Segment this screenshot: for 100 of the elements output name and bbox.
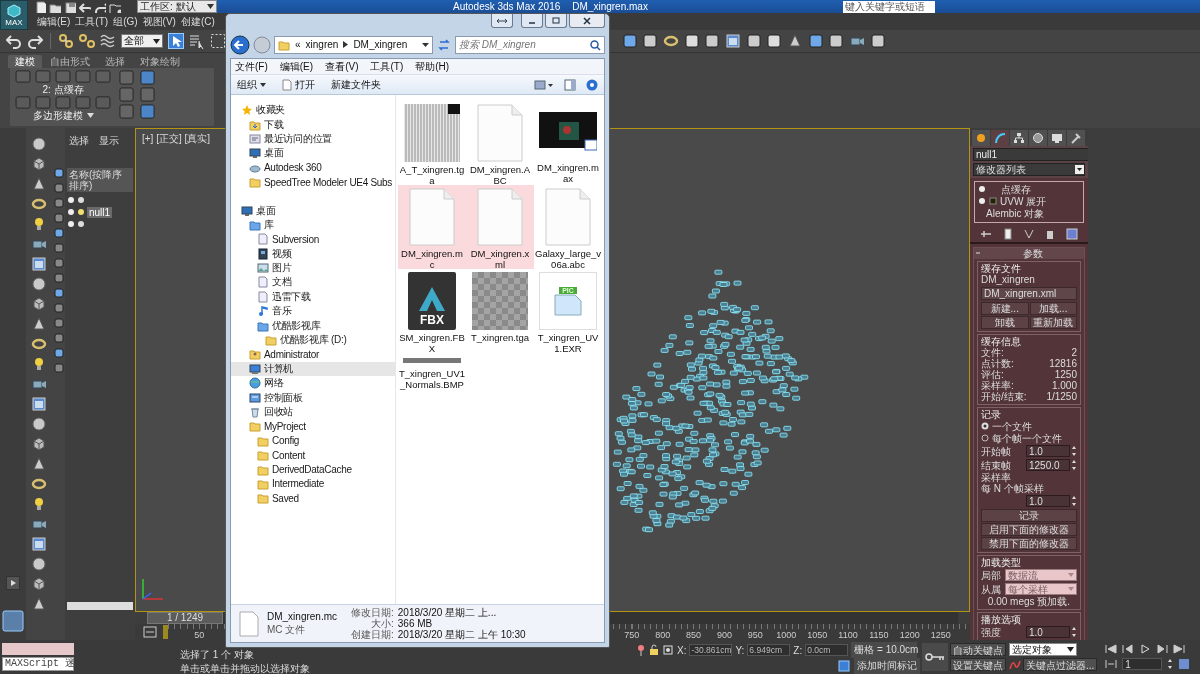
- search-field[interactable]: 搜索 DM_xingren: [455, 35, 605, 54]
- breadcrumb-item[interactable]: xingren: [305, 39, 339, 50]
- nav-item[interactable]: DerivedDataCache: [231, 462, 395, 477]
- nav-item[interactable]: 下载: [231, 117, 395, 132]
- explorer-menu-item[interactable]: 显示: [99, 134, 119, 148]
- spinner-icon[interactable]: [1167, 658, 1174, 670]
- menu-item[interactable]: 编辑(E): [37, 14, 71, 29]
- dashed-rectangle-icon[interactable]: [210, 33, 226, 49]
- curve-icon[interactable]: [1009, 658, 1021, 671]
- nav-item[interactable]: Content: [231, 448, 395, 463]
- max-logo-button[interactable]: MAX: [0, 0, 28, 30]
- key-icon[interactable]: [925, 652, 945, 662]
- menu-item[interactable]: 工具(T): [370, 59, 404, 74]
- panel-tab[interactable]: [1048, 130, 1066, 146]
- nav-item[interactable]: Autodesk 360: [231, 160, 395, 175]
- cone-icon[interactable]: [31, 456, 47, 472]
- window-icon[interactable]: [31, 536, 47, 552]
- file-item[interactable]: T_xingren_UV1_Normals.BMP: [398, 353, 466, 437]
- list-cursor-icon[interactable]: [189, 33, 205, 49]
- play-icon[interactable]: [6, 576, 20, 590]
- nav-item[interactable]: Subversion: [231, 232, 395, 247]
- selection-filter-dropdown[interactable]: 全部: [121, 34, 163, 48]
- close-button[interactable]: [569, 14, 605, 28]
- sphere-icon[interactable]: [31, 416, 47, 432]
- torus-icon[interactable]: [31, 196, 47, 212]
- panel-button[interactable]: 记录: [981, 509, 1077, 522]
- panel-button[interactable]: 启用下面的修改器: [981, 523, 1077, 536]
- menu-item[interactable]: 组(G): [113, 14, 138, 29]
- viewport-label[interactable]: [+] [正交] [真实]: [142, 132, 211, 146]
- ribbon-tab[interactable]: 建模: [8, 55, 42, 68]
- panel-tab[interactable]: [1029, 130, 1047, 146]
- minimize-button[interactable]: [521, 14, 543, 28]
- nav-item[interactable]: 控制面板: [231, 390, 395, 405]
- modifier-item[interactable]: 点缓存: [978, 183, 1080, 195]
- menu-item[interactable]: 查看(V): [325, 59, 359, 74]
- chain-link-icon[interactable]: [58, 33, 74, 49]
- breadcrumb-item[interactable]: DM_xingren: [353, 39, 408, 50]
- rollout-header[interactable]: 参数: [974, 248, 1084, 259]
- breadcrumb-overflow[interactable]: «: [295, 39, 301, 50]
- radio-option[interactable]: 每个帧一个文件: [981, 432, 1077, 444]
- menu-item[interactable]: 视图(V): [142, 14, 176, 29]
- menu-item[interactable]: 工具(T): [75, 14, 109, 29]
- undo-icon[interactable]: [79, 0, 91, 13]
- play-icon[interactable]: [1139, 644, 1152, 654]
- select-cursor-icon[interactable]: [168, 33, 184, 49]
- menu-item[interactable]: 创建(C): [180, 14, 215, 29]
- file-item[interactable]: DM_xingren.max: [534, 101, 602, 185]
- explorer-menu-item[interactable]: 选择: [69, 134, 89, 148]
- toolbar-square-icon[interactable]: [747, 34, 761, 48]
- radio-option[interactable]: 一个文件: [981, 420, 1077, 432]
- redo-icon[interactable]: [94, 0, 106, 13]
- toolbar-button[interactable]: 打开: [282, 77, 315, 92]
- funnel-icon[interactable]: [1024, 229, 1034, 239]
- toolbar-square-icon[interactable]: [685, 34, 699, 48]
- panel-tab[interactable]: [1010, 130, 1028, 146]
- nav-item[interactable]: 回收站: [231, 404, 395, 420]
- sphere-icon[interactable]: [31, 556, 47, 572]
- file-item[interactable]: DM_xingren.ABC: [466, 101, 534, 185]
- nav-item[interactable]: Config: [231, 433, 395, 448]
- transform-icon[interactable]: [662, 644, 674, 656]
- window-icon[interactable]: [725, 33, 741, 49]
- modifier-item[interactable]: Alembic 对象: [978, 207, 1080, 219]
- wave-icon[interactable]: [100, 33, 116, 49]
- refresh-icon[interactable]: [436, 37, 452, 52]
- panel-button[interactable]: 重新加载: [1029, 316, 1077, 329]
- cube-icon[interactable]: [31, 156, 47, 172]
- nav-item[interactable]: 网络: [231, 376, 395, 391]
- toolbar-button[interactable]: 组织: [237, 77, 266, 92]
- nav-item[interactable]: 图片: [231, 260, 395, 276]
- auto-key-button[interactable]: 自动关键点: [950, 643, 1006, 656]
- add-time-tag-button[interactable]: 添加时间标记: [854, 658, 920, 674]
- redo-icon[interactable]: [27, 33, 43, 49]
- toolbar-square-icon[interactable]: [643, 34, 657, 48]
- nav-item[interactable]: 桌面: [231, 203, 395, 218]
- nav-item[interactable]: 计算机: [231, 361, 395, 377]
- cube-icon[interactable]: [31, 576, 47, 592]
- panel-button[interactable]: 卸载: [981, 316, 1029, 329]
- viewport-square-icon[interactable]: [2, 610, 24, 632]
- spinner-field[interactable]: 1.0: [1026, 495, 1070, 507]
- search-field[interactable]: 键入关键字或短语: [842, 0, 935, 13]
- lock-icon[interactable]: [649, 644, 659, 656]
- menu-item[interactable]: 编辑(E): [279, 59, 314, 74]
- key-filters-button[interactable]: 关键点过滤器...: [1023, 658, 1098, 671]
- ribbon-tab[interactable]: 对象绘制: [133, 55, 187, 68]
- panel-button[interactable]: 加载...: [1029, 302, 1077, 315]
- file-item[interactable]: T_xingren.tga: [466, 269, 534, 353]
- address-bar[interactable]: « xingren DM_xingren: [274, 35, 433, 54]
- panel-tab[interactable]: [1067, 130, 1085, 146]
- panel-button[interactable]: 新建...: [981, 302, 1029, 315]
- nav-item[interactable]: Intermediate: [231, 476, 395, 492]
- next-frame-icon[interactable]: [1156, 644, 1169, 654]
- modifier-item[interactable]: UVW 展开: [978, 195, 1080, 207]
- load-mode-dropdown[interactable]: 每个采样: [1005, 583, 1077, 595]
- nav-item[interactable]: SpeedTree Modeler UE4 Subs: [231, 174, 395, 190]
- time-slider-thumb[interactable]: 1 / 1249: [147, 612, 223, 624]
- sphere-icon[interactable]: [31, 136, 47, 152]
- go-start-icon[interactable]: [1105, 644, 1118, 654]
- nav-item[interactable]: 优酷影视库 (D:): [231, 332, 395, 348]
- file-item[interactable]: Galaxy_large_v06a.abc: [534, 185, 602, 269]
- previous-frame-icon[interactable]: [1122, 644, 1135, 654]
